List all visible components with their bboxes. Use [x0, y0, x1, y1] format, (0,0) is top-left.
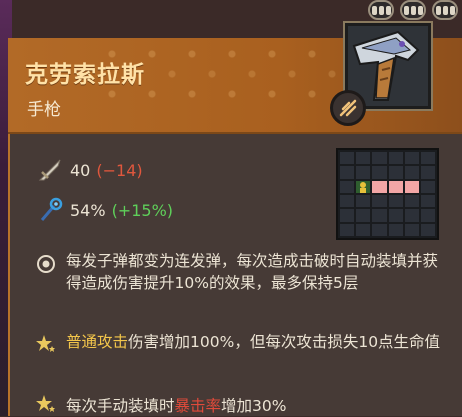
effect-3: 每次手动装填时暴击率增加30% [66, 395, 446, 417]
grid-cell [420, 152, 435, 165]
grid-cell [372, 152, 387, 165]
rank-pip [400, 0, 426, 20]
attack-delta: (−14) [96, 160, 143, 180]
effect-1-text: 每发子弹都变为连发弹，每次造成击破时自动装填并获得造成伤害提升10%的效果，最多… [66, 252, 439, 292]
effect-3-highlight: 暴击率 [174, 397, 222, 415]
effect-3-suffix: 增加30% [221, 397, 287, 415]
grid-cell [420, 166, 435, 179]
item-name: 克劳索拉斯 [25, 62, 145, 88]
effect-2: 普通攻击伤害增加100%，但每次攻击损失10点生命值 [66, 331, 446, 353]
grid-cell [340, 152, 355, 165]
item-type: 手枪 [27, 100, 61, 120]
attack-stat: 40 (−14) [36, 154, 143, 186]
grid-cell [388, 194, 403, 208]
star-icon [36, 395, 55, 412]
grid-cell [340, 223, 355, 236]
effect-3-prefix: 每次手动装填时 [66, 397, 175, 415]
effect-2-text: 伤害增加100%，但每次攻击损失10点生命值 [128, 333, 441, 351]
grid-hit-cell [372, 180, 387, 193]
grid-cell [404, 194, 419, 208]
grid-cell [372, 194, 387, 208]
grid-cell [372, 223, 387, 236]
grid-cell [420, 209, 435, 222]
grid-cell [420, 180, 435, 193]
sword-icon [38, 159, 61, 181]
grid-cell [356, 152, 371, 165]
grid-player-cell [356, 180, 371, 193]
grid-cell [340, 209, 355, 222]
grid-cell [356, 166, 371, 179]
grid-cell [420, 223, 435, 236]
target-icon [37, 255, 55, 273]
attack-range-grid [336, 148, 439, 240]
grid-hit-cell [388, 180, 403, 193]
effect-2-highlight: 普通攻击 [66, 333, 129, 351]
grid-cell [356, 209, 371, 222]
grid-cell [404, 152, 419, 165]
crit-stat: 54% (+15%) [36, 194, 173, 226]
grid-cell [388, 223, 403, 236]
grid-cell [404, 166, 419, 179]
grid-cell [340, 180, 355, 193]
grid-cell [404, 223, 419, 236]
grid-cell [388, 152, 403, 165]
grid-hit-cell [404, 180, 419, 193]
grid-cell [356, 194, 371, 208]
grid-cell [404, 209, 419, 222]
grid-cell [420, 194, 435, 208]
grid-cell [388, 209, 403, 222]
rank-pip [368, 0, 394, 20]
rank-indicator [338, 0, 462, 22]
crit-value: 54% [70, 200, 106, 220]
grid-cell [372, 166, 387, 179]
attack-value: 40 [70, 160, 91, 180]
grid-cell [340, 194, 355, 208]
rank-pip [432, 0, 458, 20]
grid-cell [372, 209, 387, 222]
staff-icon [40, 197, 63, 221]
skill-badge[interactable] [330, 90, 366, 126]
grid-cell [388, 166, 403, 179]
player-icon [360, 181, 367, 193]
grid-cell [356, 223, 371, 236]
crit-delta: (+15%) [111, 200, 174, 220]
burst-icon [339, 99, 357, 117]
grid-cell [340, 166, 355, 179]
star-icon [36, 335, 55, 352]
